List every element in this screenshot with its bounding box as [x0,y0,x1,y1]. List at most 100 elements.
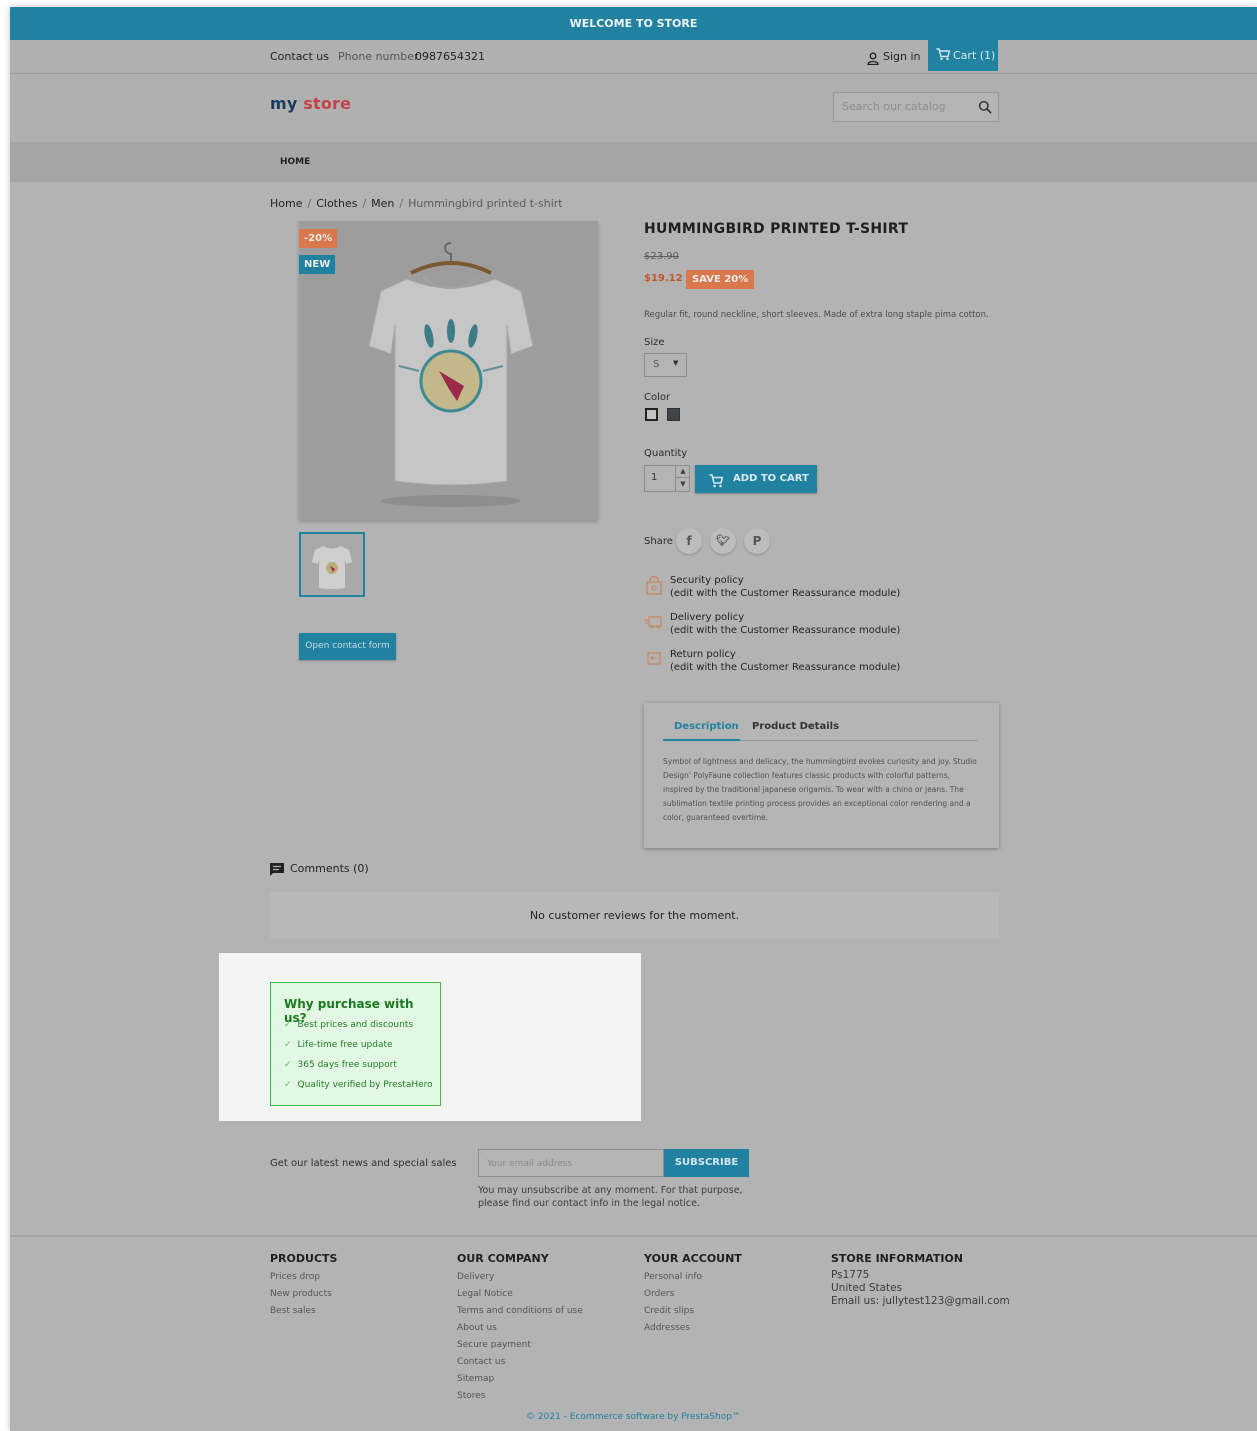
decrease-icon[interactable]: ▼ [676,478,690,491]
security-icon [644,574,664,596]
store-country: United States [831,1282,903,1294]
size-select[interactable]: S ▼ [644,353,687,377]
increase-icon[interactable]: ▲ [676,465,690,478]
footer-link[interactable]: Secure payment [457,1337,583,1354]
welcome-banner: WELCOME TO STORE [10,7,1257,40]
breadcrumb-current: Hummingbird printed t-shirt [408,197,563,210]
nav-home[interactable]: HOME [280,157,310,167]
description-text: Symbol of lightness and delicacy, the hu… [663,757,977,822]
newsletter-note: You may unsubscribe at any moment. For t… [478,1185,743,1209]
search-icon[interactable] [978,100,992,114]
open-contact-form-button[interactable]: Open contact form [299,633,396,660]
header: my store Search our catalog [10,74,1257,142]
current-price: $19.12 [644,273,683,284]
tab-description[interactable]: Description [674,721,739,732]
cart-label: Cart (1) [953,49,996,62]
delivery-sub: (edit with the Customer Reassurance modu… [670,625,901,636]
footer-account-title: YOUR ACCOUNT [644,1252,742,1265]
footer-store-title: STORE INFORMATION [831,1252,963,1265]
footer-link[interactable]: Personal info [644,1269,742,1286]
footer-link[interactable]: About us [457,1320,583,1337]
footer-link[interactable]: Stores [457,1388,583,1405]
footer-link[interactable]: Legal Notice [457,1286,583,1303]
comments-label: Comments (0) [290,862,369,875]
active-tab-underline [663,739,740,741]
email-field[interactable]: Your email address [478,1149,664,1177]
main-nav: HOME [10,142,1257,182]
footer-products: PRODUCTS Prices drop New products Best s… [270,1252,337,1320]
footer-company-title: OUR COMPANY [457,1252,549,1265]
return-icon [644,648,664,670]
why-item: ✓ Best prices and discounts [284,1020,414,1030]
search-input[interactable]: Search our catalog [833,92,999,122]
why-purchase-box: Why purchase with us? ✓ Best prices and d… [270,982,441,1106]
newsletter-label: Get our latest news and special sales [270,1158,457,1169]
footer-link[interactable]: Orders [644,1286,742,1303]
return-sub: (edit with the Customer Reassurance modu… [670,662,901,673]
color-swatch-white[interactable] [645,408,658,421]
top-bar: Contact us Phone number 0987654321 Sign … [10,40,1257,74]
regular-price: $23.90 [644,251,679,262]
store-name: Ps1775 [831,1269,870,1281]
user-icon [867,50,879,66]
phone-label: Phone number [338,50,419,63]
pinterest-icon[interactable]: P [744,528,770,554]
quantity-label: Quantity [644,448,688,459]
new-flag: NEW [299,255,336,274]
breadcrumb-men[interactable]: Men [371,197,394,210]
footer-link[interactable]: Prices drop [270,1269,337,1286]
comment-icon [270,863,284,876]
twitter-icon[interactable]: 🐦︎ [710,528,736,554]
newsletter-section: Get our latest news and special sales Yo… [10,1121,1257,1237]
product-main-image[interactable] [299,221,598,520]
check-icon: ✓ [284,1040,292,1050]
footer-link[interactable]: Addresses [644,1320,742,1337]
short-description: Regular fit, round neckline, short sleev… [644,310,989,320]
product-tabs: Description Product Details Symbol of li… [644,703,999,848]
delivery-title: Delivery policy [670,612,745,623]
security-title: Security policy [670,575,744,586]
footer-link[interactable]: Contact us [457,1354,583,1371]
cart-icon [936,48,951,61]
footer-company: OUR COMPANY Delivery Legal Notice Terms … [457,1252,583,1405]
footer-link[interactable]: Terms and conditions of use [457,1303,583,1320]
search-placeholder: Search our catalog [842,100,946,113]
quantity-stepper[interactable]: ▲ ▼ [675,465,690,492]
tab-product-details[interactable]: Product Details [752,721,839,732]
footer-link[interactable]: Credit slips [644,1303,742,1320]
discount-flag: -20% [299,229,338,248]
tshirt-image [368,242,534,507]
sign-in-link[interactable]: Sign in [883,50,921,63]
breadcrumb: Home / Clothes / Men / Hummingbird printed t-s… [270,197,563,210]
footer-link[interactable]: Delivery [457,1269,583,1286]
size-label: Size [644,337,665,348]
breadcrumb-clothes[interactable]: Clothes [316,197,357,210]
add-to-cart-button[interactable]: ADD TO CART [695,465,817,493]
logo-store: store [303,94,352,113]
why-item: ✓ Quality verified by PrestaHero [284,1080,433,1090]
cart-button[interactable]: Cart (1) [928,40,998,71]
color-swatch-black[interactable] [667,408,680,421]
delivery-icon [644,611,664,633]
facebook-icon[interactable]: f [676,528,702,554]
email-placeholder: Your email address [487,1159,573,1169]
size-value: S [653,359,660,370]
breadcrumb-home[interactable]: Home [270,197,302,210]
copyright[interactable]: © 2021 - Ecommerce software by PrestaSho… [10,1412,1257,1422]
contact-us-link[interactable]: Contact us [270,50,329,63]
store-email[interactable]: Email us: jullytest123@gmail.com [831,1295,1010,1308]
security-sub: (edit with the Customer Reassurance modu… [670,588,901,599]
footer-link[interactable]: Best sales [270,1303,337,1320]
subscribe-button[interactable]: SUBSCRIBE [664,1149,749,1177]
footer-link[interactable]: Sitemap [457,1371,583,1388]
save-badge: SAVE 20% [686,270,755,289]
thumbnail-tshirt-image [312,546,352,589]
add-to-cart-label: ADD TO CART [733,473,809,484]
product-thumbnail[interactable] [299,532,365,597]
why-item: ✓ 365 days free support [284,1060,397,1070]
store-logo[interactable]: my store [270,94,351,113]
footer-store-info: STORE INFORMATION Ps1775 United States E… [831,1252,1010,1308]
footer-link[interactable]: New products [270,1286,337,1303]
quantity-value: 1 [651,472,658,483]
page-frame: WELCOME TO STORE Contact us Phone number… [10,7,1257,1431]
